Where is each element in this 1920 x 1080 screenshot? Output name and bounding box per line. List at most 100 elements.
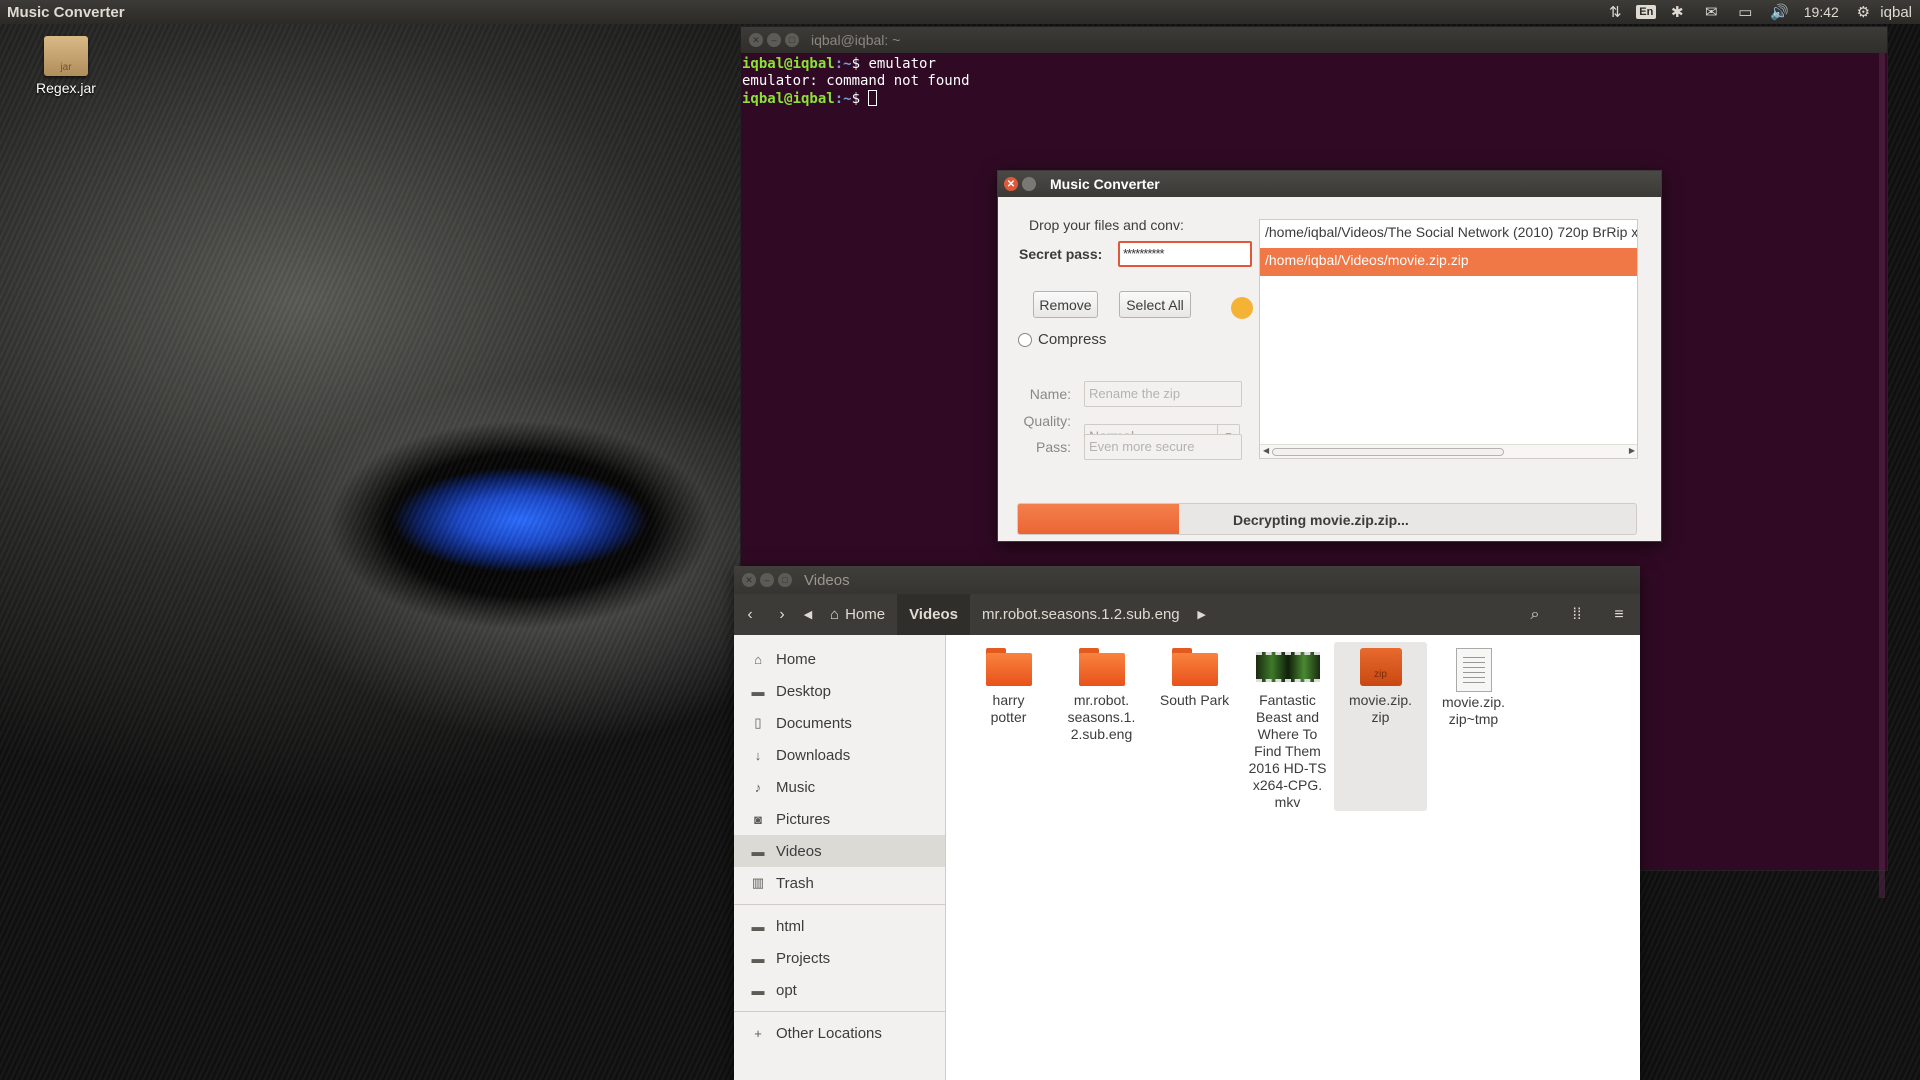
- terminal-line: iqbal@iqbal:~$: [742, 90, 1886, 108]
- download-icon: ↓: [754, 747, 762, 763]
- pass-label: Pass:: [1035, 439, 1071, 455]
- battery-icon[interactable]: ▭: [1728, 0, 1762, 24]
- document-icon: ▯: [754, 715, 762, 730]
- toolbar-right: ⌕ ⁞⁞ ≡: [1514, 594, 1640, 635]
- file-item-mr-robot[interactable]: mr.robot. seasons.1. 2.sub.eng: [1055, 642, 1148, 811]
- sidebar-divider: [734, 1011, 945, 1012]
- files-toolbar: ‹ › ◀ ⌂ Home Videos mr.robot.seasons.1.2.…: [734, 594, 1640, 635]
- folder-icon: [985, 648, 1032, 686]
- breadcrumb-right-icon[interactable]: ▶: [1192, 594, 1212, 635]
- window-title: Music Converter: [1050, 176, 1160, 192]
- close-icon[interactable]: ✕: [1004, 177, 1018, 191]
- minimize-icon[interactable]: –: [760, 573, 774, 587]
- maximize-icon[interactable]: □: [778, 573, 792, 587]
- menu-icon[interactable]: ≡: [1598, 594, 1640, 635]
- file-item-harry-potter[interactable]: harry potter: [962, 642, 1055, 811]
- search-icon[interactable]: ⌕: [1514, 594, 1556, 635]
- music-icon: ♪: [754, 779, 762, 795]
- music-converter-titlebar[interactable]: ✕ Music Converter: [998, 171, 1661, 197]
- file-list[interactable]: /home/iqbal/Videos/The Social Network (2…: [1259, 219, 1638, 459]
- file-item-label: Fantastic Beast and Where To Find Them 2…: [1248, 692, 1327, 810]
- sidebar-item-music[interactable]: ♪ Music: [734, 771, 945, 803]
- volume-icon[interactable]: 🔊: [1762, 0, 1796, 24]
- folder-icon: [1171, 648, 1218, 686]
- file-item-movie-zip[interactable]: zip movie.zip. zip: [1334, 642, 1427, 811]
- clock[interactable]: 19:42: [1796, 0, 1846, 24]
- zip-pass-input[interactable]: Even more secure: [1084, 434, 1242, 460]
- grid-view-icon[interactable]: ⁞⁞: [1556, 594, 1598, 635]
- sidebar-item-documents[interactable]: ▯ Documents: [734, 707, 945, 739]
- breadcrumb-videos[interactable]: Videos: [897, 594, 970, 635]
- trash-icon: ▥: [751, 875, 765, 890]
- maximize-icon[interactable]: □: [785, 33, 799, 47]
- window-title: Videos: [804, 571, 850, 589]
- active-app-title: Music Converter: [7, 3, 125, 21]
- file-list-item[interactable]: /home/iqbal/Videos/The Social Network (2…: [1260, 220, 1637, 248]
- terminal-output[interactable]: iqbal@iqbal:~$ emulator emulator: command…: [741, 53, 1887, 111]
- desktop-icon-regex-jar[interactable]: Regex.jar: [28, 36, 104, 96]
- secret-pass-input[interactable]: **********: [1118, 241, 1252, 267]
- sidebar-item-other-locations[interactable]: + Other Locations: [734, 1017, 945, 1049]
- secret-pass-label: Secret pass:: [1019, 246, 1103, 262]
- breadcrumb-mr-robot[interactable]: mr.robot.seasons.1.2.sub.eng: [970, 594, 1192, 635]
- music-converter-content: Drop your files and conv: Secret pass: *…: [998, 197, 1661, 543]
- sidebar-item-downloads[interactable]: ↓ Downloads: [734, 739, 945, 771]
- network-icon[interactable]: ⇅: [1598, 0, 1632, 24]
- bluetooth-icon[interactable]: ✱: [1660, 0, 1694, 24]
- keyboard-layout-indicator[interactable]: En: [1632, 0, 1660, 24]
- file-list-scrollbar[interactable]: ◀ ▶: [1260, 444, 1637, 458]
- terminal-title: iqbal@iqbal: ~: [811, 32, 901, 48]
- zip-archive-icon: zip: [1359, 648, 1402, 686]
- breadcrumb-left-icon[interactable]: ◀: [798, 594, 818, 635]
- progress-fill: [1018, 504, 1179, 534]
- terminal-scrollbar[interactable]: [1879, 53, 1885, 898]
- jar-file-icon: [44, 36, 88, 76]
- top-panel: Music Converter ⇅ En ✱ ✉ ▭ 🔊 19:42 ⚙ iqb…: [0, 0, 1920, 24]
- compress-option[interactable]: Compress: [1018, 331, 1106, 348]
- window-buttons: ✕ – □: [734, 573, 804, 587]
- files-window: ✕ – □ Videos ‹ › ◀ ⌂ Home Videos mr.robot…: [734, 566, 1640, 1080]
- back-icon[interactable]: ‹: [734, 594, 766, 635]
- file-item-fantastic-beast[interactable]: Fantastic Beast and Where To Find Them 2…: [1241, 642, 1334, 811]
- scrollbar-thumb[interactable]: [1272, 448, 1504, 456]
- sidebar-item-html[interactable]: ▬ html: [734, 910, 945, 942]
- sidebar-item-videos[interactable]: ▬ Videos: [734, 835, 945, 867]
- scroll-left-icon[interactable]: ◀: [1263, 446, 1269, 455]
- close-icon[interactable]: ✕: [749, 33, 763, 47]
- file-item-label: movie.zip. zip~tmp: [1441, 694, 1506, 727]
- breadcrumb-home[interactable]: ⌂ Home: [818, 594, 897, 635]
- camera-icon: ◙: [754, 811, 762, 827]
- sidebar-item-home[interactable]: ⌂ Home: [734, 643, 945, 675]
- sidebar-item-desktop[interactable]: ▬ Desktop: [734, 675, 945, 707]
- user-menu[interactable]: iqbal: [1880, 4, 1916, 21]
- quality-label: Quality:: [1023, 413, 1071, 429]
- remove-button[interactable]: Remove: [1033, 291, 1098, 318]
- sidebar-item-opt[interactable]: ▬ opt: [734, 974, 945, 1006]
- file-list-item[interactable]: /home/iqbal/Videos/movie.zip.zip: [1260, 248, 1637, 276]
- close-icon[interactable]: ✕: [742, 573, 756, 587]
- sidebar-item-trash[interactable]: ▥ Trash: [734, 867, 945, 899]
- zip-name-input[interactable]: Rename the zip: [1084, 381, 1242, 407]
- terminal-cursor: [868, 90, 878, 106]
- minimize-icon[interactable]: –: [767, 33, 781, 47]
- window-buttons: ✕ – □: [741, 33, 811, 47]
- scroll-right-icon[interactable]: ▶: [1629, 446, 1635, 455]
- select-all-button[interactable]: Select All: [1119, 291, 1191, 318]
- progress-bar: Decrypting movie.zip.zip...: [1017, 503, 1637, 535]
- sidebar-item-pictures[interactable]: ◙ Pictures: [734, 803, 945, 835]
- minimize-icon[interactable]: [1022, 177, 1036, 191]
- compress-radio[interactable]: [1018, 332, 1032, 347]
- file-item-label: movie.zip. zip: [1348, 692, 1413, 725]
- window-buttons: ✕: [998, 177, 1050, 191]
- forward-icon[interactable]: ›: [766, 594, 798, 635]
- sidebar-item-projects[interactable]: ▬ Projects: [734, 942, 945, 974]
- mail-icon[interactable]: ✉: [1694, 0, 1728, 24]
- sidebar-divider: [734, 904, 945, 905]
- places-sidebar: ⌂ Home ▬ Desktop ▯ Documents ↓ Downloads ♪ Mu…: [734, 635, 946, 1080]
- terminal-line: iqbal@iqbal:~$ emulator: [742, 56, 936, 72]
- files-titlebar[interactable]: ✕ – □ Videos: [734, 566, 1640, 594]
- gear-icon[interactable]: ⚙: [1846, 0, 1880, 24]
- file-item-south-park[interactable]: South Park: [1148, 642, 1241, 811]
- terminal-titlebar[interactable]: ✕ – □ iqbal@iqbal: ~: [741, 27, 1887, 53]
- file-item-movie-zip-tmp[interactable]: movie.zip. zip~tmp: [1427, 642, 1520, 811]
